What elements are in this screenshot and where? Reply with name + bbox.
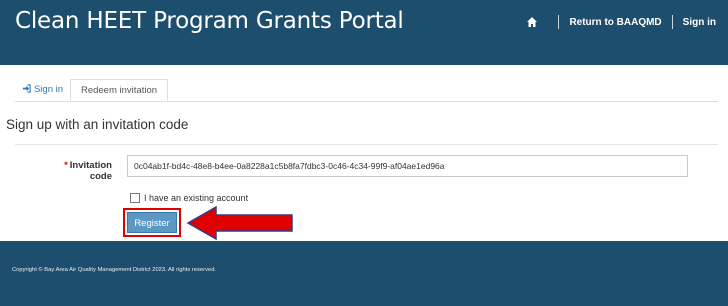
- return-link[interactable]: Return to BAAQMD: [569, 17, 661, 28]
- page-header: Clean HEET Program Grants Portal Return …: [0, 0, 728, 65]
- invitation-code-label-text: Invitation code: [69, 160, 112, 182]
- divider: [15, 144, 718, 145]
- tab-redeem-invitation[interactable]: Redeem invitation: [70, 79, 168, 101]
- home-icon[interactable]: [526, 16, 538, 28]
- nav-divider: [671, 15, 673, 29]
- existing-account-checkbox[interactable]: I have an existing account: [130, 193, 248, 203]
- copyright-text: Copyright © Bay Area Air Quality Managem…: [12, 267, 217, 273]
- sign-in-link[interactable]: Sign in: [683, 17, 716, 28]
- tab-sign-in-label: Sign in: [33, 84, 64, 95]
- required-marker: *: [64, 160, 68, 171]
- auth-tabs: Sign in Redeem invitation: [15, 79, 718, 102]
- page-footer: Copyright © Bay Area Air Quality Managem…: [0, 241, 728, 306]
- top-nav: Return to BAAQMD Sign in: [526, 15, 716, 29]
- annotation-arrow-icon: [186, 205, 293, 241]
- sign-in-icon: [22, 84, 31, 93]
- site-title[interactable]: Clean HEET Program Grants Portal: [15, 8, 404, 34]
- tab-redeem-label: Redeem invitation: [80, 85, 158, 96]
- checkbox-box[interactable]: [130, 193, 140, 203]
- tab-sign-in[interactable]: Sign in: [15, 79, 70, 101]
- page-title: Sign up with an invitation code: [6, 117, 189, 132]
- nav-divider: [558, 15, 560, 29]
- register-button[interactable]: Register: [127, 212, 177, 233]
- existing-account-label: I have an existing account: [144, 193, 249, 203]
- invitation-code-input[interactable]: 0c04ab1f-bd4c-48e8-b4ee-0a8228a1c5b8fa7f…: [127, 155, 688, 177]
- invitation-code-label: * Invitation code: [40, 160, 112, 182]
